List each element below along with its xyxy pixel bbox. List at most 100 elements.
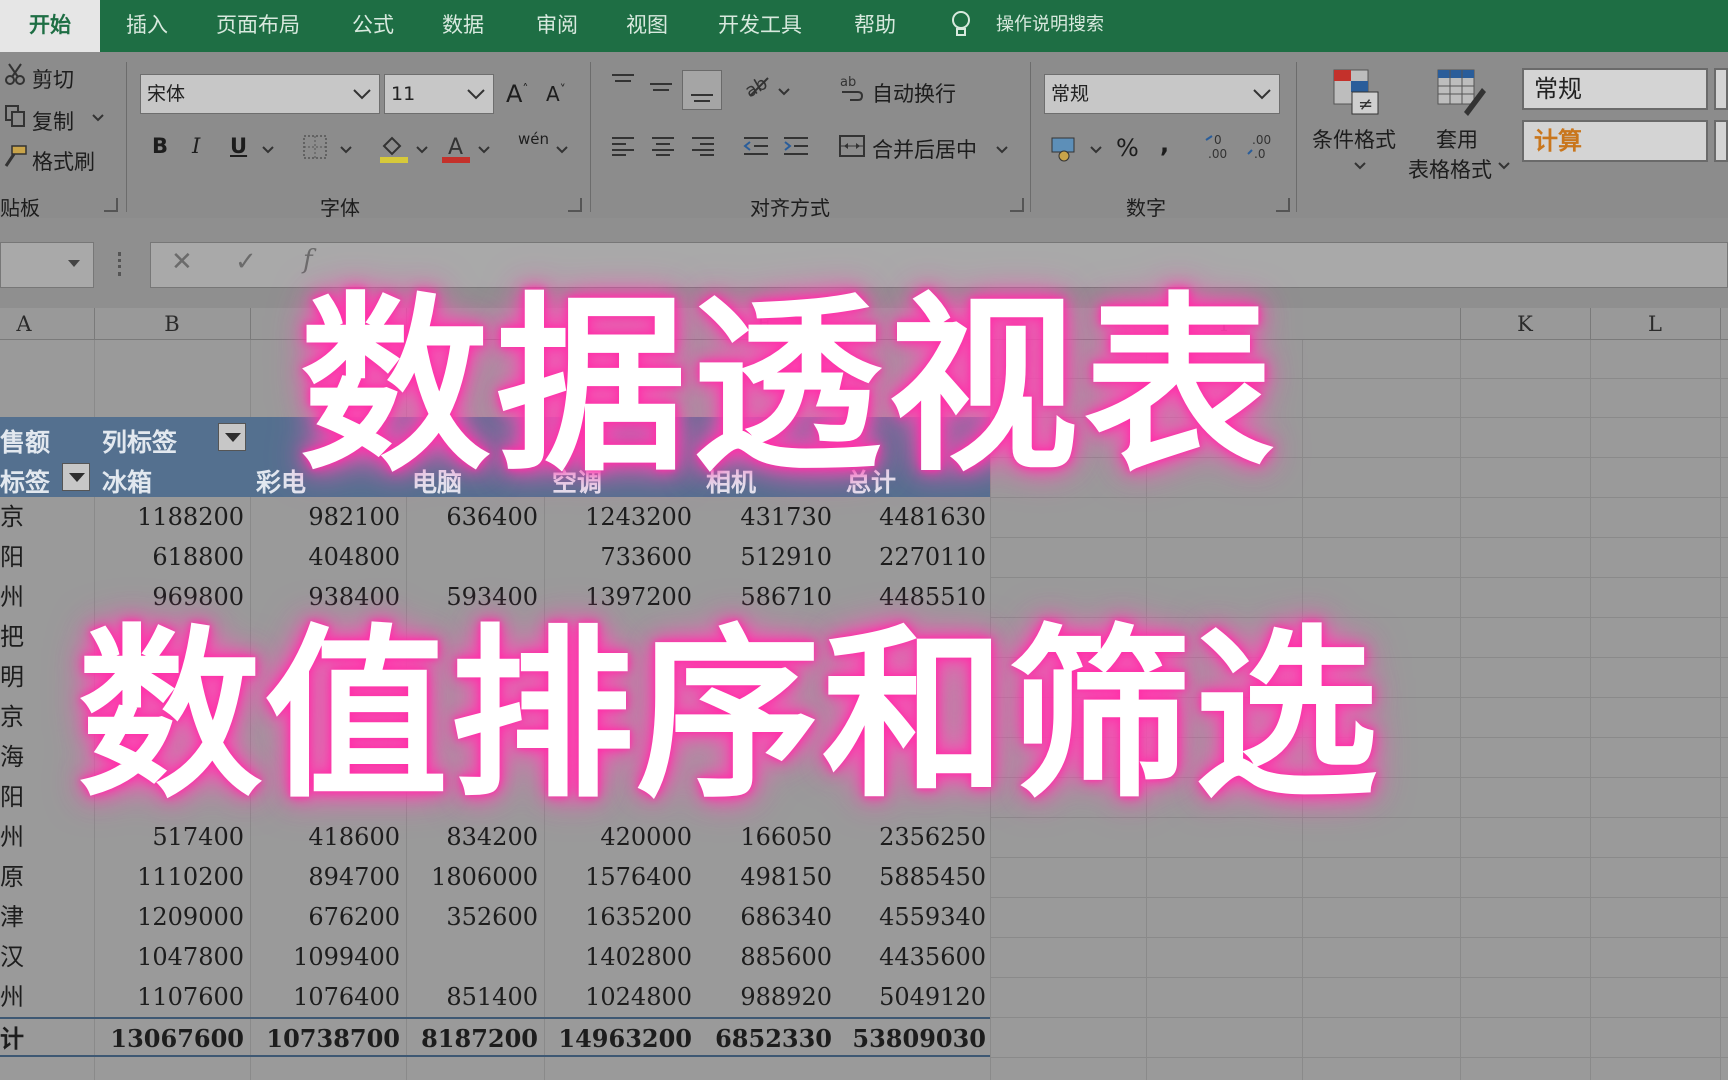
alignment-launcher-icon[interactable] — [1010, 198, 1024, 212]
row-label[interactable]: 州 — [0, 977, 24, 1017]
grand-total-cell[interactable]: 14963200 — [542, 1019, 692, 1059]
table-cell[interactable]: 1110200 — [94, 857, 244, 897]
grand-total-cell[interactable]: 10738700 — [250, 1019, 400, 1059]
formula-bar-splitter[interactable] — [118, 252, 122, 276]
table-cell[interactable]: 1099400 — [250, 937, 400, 977]
table-cell[interactable]: 1107600 — [94, 977, 244, 1017]
chevron-down-icon[interactable] — [262, 146, 274, 154]
font-color-icon[interactable]: A — [440, 132, 472, 164]
table-cell[interactable]: 352600 — [388, 897, 538, 937]
table-cell[interactable]: 1076400 — [250, 977, 400, 1017]
tab-view[interactable]: 视图 — [626, 0, 668, 52]
chevron-down-icon[interactable] — [556, 146, 568, 154]
chevron-down-icon[interactable] — [92, 114, 104, 122]
table-cell[interactable]: 1209000 — [94, 897, 244, 937]
cut-button[interactable]: 剪切 — [32, 64, 74, 94]
row-label[interactable]: 京 — [0, 497, 24, 537]
name-box[interactable] — [0, 242, 94, 288]
row-label[interactable]: 京 — [0, 697, 24, 737]
chevron-down-icon[interactable] — [1090, 146, 1102, 154]
column-header-k[interactable]: K — [1460, 308, 1590, 340]
bold-button[interactable]: B — [152, 134, 168, 158]
chevron-down-icon[interactable] — [340, 146, 352, 154]
grand-total-cell[interactable]: 13067600 — [94, 1019, 244, 1059]
wrap-text-button[interactable]: 自动换行 — [872, 78, 956, 108]
cell-style-calculation[interactable]: 计算 — [1522, 120, 1708, 162]
row-label[interactable]: 明 — [0, 657, 24, 697]
row-filter-dropdown-icon[interactable] — [62, 463, 90, 491]
cell-style-next[interactable] — [1714, 68, 1728, 110]
align-center-icon[interactable] — [650, 136, 676, 156]
align-top-icon[interactable] — [610, 72, 636, 94]
phonetic-guide-button[interactable]: wén — [518, 130, 549, 148]
tab-page-layout[interactable]: 页面布局 — [216, 0, 300, 52]
table-cell[interactable] — [388, 937, 538, 977]
table-cell[interactable]: 4435600 — [836, 937, 986, 977]
increase-decimal-icon[interactable]: 0.00 — [1204, 132, 1234, 162]
tab-help[interactable]: 帮助 — [854, 0, 896, 52]
number-launcher-icon[interactable] — [1276, 198, 1290, 212]
table-cell[interactable]: 676200 — [250, 897, 400, 937]
tab-data[interactable]: 数据 — [442, 0, 484, 52]
column-header-l[interactable]: L — [1590, 308, 1720, 340]
row-label[interactable]: 把 — [0, 617, 24, 657]
align-middle-icon[interactable] — [648, 76, 674, 98]
grand-total-label[interactable]: 计 — [0, 1019, 24, 1059]
table-cell[interactable]: 894700 — [250, 857, 400, 897]
orientation-icon[interactable]: ab — [742, 72, 772, 100]
table-cell[interactable]: 686340 — [682, 897, 832, 937]
column-header-a[interactable]: A — [0, 308, 48, 340]
table-cell[interactable]: 1806000 — [388, 857, 538, 897]
tab-developer[interactable]: 开发工具 — [718, 0, 802, 52]
underline-button[interactable]: U — [230, 134, 247, 158]
accounting-format-icon[interactable] — [1050, 132, 1080, 162]
table-cell[interactable]: 4559340 — [836, 897, 986, 937]
font-name-combo[interactable]: 宋体 — [140, 74, 380, 114]
tab-review[interactable]: 审阅 — [536, 0, 578, 52]
grand-total-cell[interactable]: 8187200 — [388, 1019, 538, 1059]
cell-style-next[interactable] — [1714, 120, 1728, 162]
tab-insert[interactable]: 插入 — [126, 0, 168, 52]
row-label[interactable]: 阳 — [0, 537, 24, 577]
row-label[interactable]: 原 — [0, 857, 24, 897]
clipboard-launcher-icon[interactable] — [104, 198, 118, 212]
table-cell[interactable]: 1024800 — [542, 977, 692, 1017]
copy-button[interactable]: 复制 — [32, 106, 74, 136]
align-bottom-button[interactable] — [682, 70, 722, 110]
align-left-icon[interactable] — [610, 136, 636, 156]
table-cell[interactable]: 1047800 — [94, 937, 244, 977]
borders-icon[interactable] — [302, 134, 328, 160]
font-launcher-icon[interactable] — [568, 198, 582, 212]
row-label[interactable]: 阳 — [0, 777, 24, 817]
row-label[interactable]: 津 — [0, 897, 24, 937]
decrease-font-size-icon[interactable]: A˅ — [546, 82, 566, 106]
increase-indent-icon[interactable] — [782, 136, 810, 156]
table-cell[interactable]: 1576400 — [542, 857, 692, 897]
row-label[interactable]: 海 — [0, 737, 24, 777]
decrease-decimal-icon[interactable]: .00.0 — [1244, 132, 1274, 162]
chevron-down-icon[interactable] — [996, 146, 1008, 154]
table-cell[interactable]: 988920 — [682, 977, 832, 1017]
chevron-down-icon[interactable] — [778, 88, 790, 96]
number-format-combo[interactable]: 常规 — [1044, 74, 1280, 114]
tab-formulas[interactable]: 公式 — [352, 0, 394, 52]
italic-button[interactable]: I — [192, 134, 200, 158]
column-filter-dropdown-icon[interactable] — [218, 423, 246, 451]
table-cell[interactable]: 5049120 — [836, 977, 986, 1017]
table-cell[interactable]: 885600 — [682, 937, 832, 977]
cell-style-normal[interactable]: 常规 — [1522, 68, 1708, 110]
format-as-table-label-2[interactable]: 表格格式 — [1408, 154, 1492, 184]
increase-font-size-icon[interactable]: A˄ — [506, 80, 528, 108]
row-label[interactable]: 州 — [0, 817, 24, 857]
table-cell[interactable]: 1635200 — [542, 897, 692, 937]
percent-style-button[interactable]: % — [1116, 134, 1139, 162]
table-cell[interactable]: 1402800 — [542, 937, 692, 977]
tell-me-search[interactable]: 操作说明搜索 — [996, 0, 1104, 52]
grand-total-cell[interactable]: 6852330 — [682, 1019, 832, 1059]
align-right-icon[interactable] — [690, 136, 716, 156]
cancel-icon[interactable]: ✕ — [171, 247, 193, 277]
row-label[interactable]: 汉 — [0, 937, 24, 977]
decrease-indent-icon[interactable] — [742, 136, 770, 156]
table-cell[interactable]: 1188200 — [94, 497, 244, 537]
chevron-down-icon[interactable] — [416, 146, 428, 154]
